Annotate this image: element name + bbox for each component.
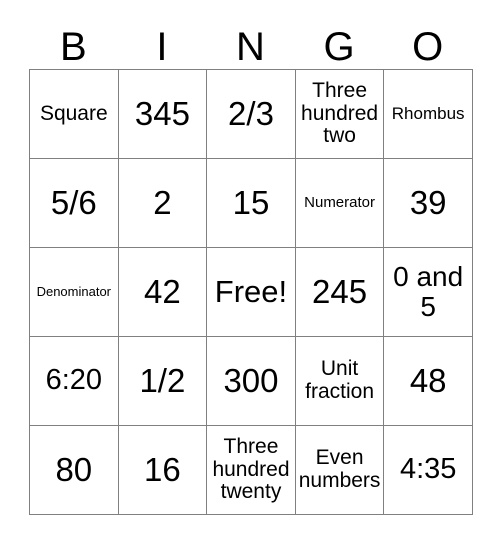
- bingo-cell[interactable]: Unit fraction: [294, 336, 385, 426]
- bingo-cell[interactable]: 80: [29, 425, 119, 515]
- bingo-header-cell-n: N: [206, 12, 295, 69]
- bingo-cell-label: Three hundred two: [301, 78, 379, 148]
- bingo-cell-label: 42: [144, 273, 181, 311]
- bingo-cell-label: Square: [39, 101, 108, 125]
- bingo-row: 80 16 Three hundred twenty Even numbers …: [29, 425, 473, 515]
- bingo-header-cell-i: I: [118, 12, 207, 69]
- bingo-cell-label: 345: [134, 95, 190, 133]
- bingo-cell[interactable]: 2/3: [206, 69, 296, 159]
- bingo-cell[interactable]: 4:35: [383, 425, 473, 515]
- bingo-header-letter-g: G: [323, 25, 355, 69]
- bingo-cell[interactable]: 5/6: [29, 158, 119, 248]
- bingo-cell[interactable]: Numerator: [294, 158, 385, 248]
- bingo-cell-label: 2: [153, 184, 172, 222]
- bingo-cell[interactable]: Rhombus: [383, 69, 473, 159]
- bingo-header-letter-o: O: [412, 25, 444, 69]
- bingo-grid: Square 345 2/3 Three hundred two Rhombus…: [29, 69, 473, 515]
- bingo-cell-label: 80: [55, 451, 93, 489]
- bingo-cell-label: 1/2: [139, 362, 186, 400]
- bingo-cell[interactable]: Three hundred two: [294, 69, 385, 159]
- bingo-cell-label: 16: [144, 451, 181, 489]
- bingo-cell[interactable]: 1/2: [117, 336, 208, 426]
- bingo-cell-label: 48: [409, 362, 447, 400]
- bingo-cell-label: Denominator: [36, 283, 112, 299]
- bingo-cell-label: Three hundred twenty: [212, 434, 290, 504]
- bingo-header-letter-i: I: [156, 25, 168, 69]
- bingo-cell[interactable]: 6:20: [29, 336, 119, 426]
- bingo-cell-label: 15: [232, 184, 270, 222]
- bingo-cell[interactable]: 48: [383, 336, 473, 426]
- bingo-cell[interactable]: Three hundred twenty: [206, 425, 296, 515]
- bingo-cell[interactable]: 300: [206, 336, 296, 426]
- bingo-cell-label: 39: [409, 184, 447, 222]
- bingo-header-letter-b: B: [59, 25, 87, 69]
- bingo-cell-label: 4:35: [399, 453, 457, 486]
- bingo-cell[interactable]: 42: [117, 247, 208, 337]
- bingo-header-cell-g: G: [295, 12, 384, 69]
- bingo-cell-label: 6:20: [45, 364, 103, 397]
- bingo-header-cell-o: O: [383, 12, 472, 69]
- bingo-cell-label: Numerator: [304, 193, 375, 211]
- bingo-header-letter-n: N: [236, 25, 265, 69]
- bingo-cell[interactable]: Even numbers: [294, 425, 385, 515]
- bingo-row: 5/6 2 15 Numerator 39: [29, 158, 473, 248]
- bingo-cell[interactable]: 16: [117, 425, 208, 515]
- bingo-cell-label: Even numbers: [298, 446, 381, 492]
- bingo-cell[interactable]: 0 and 5: [383, 247, 473, 337]
- bingo-cell[interactable]: Square: [29, 69, 119, 159]
- bingo-cell[interactable]: 245: [294, 247, 385, 337]
- bingo-cell-label: 300: [223, 362, 279, 400]
- bingo-free-label: Free!: [214, 274, 288, 310]
- bingo-cell-label: 5/6: [50, 184, 97, 222]
- bingo-card: B I N G O Square 345 2/3 Three hundred t…: [29, 12, 473, 515]
- bingo-cell[interactable]: 2: [117, 158, 208, 248]
- bingo-free-cell[interactable]: Free!: [206, 247, 296, 337]
- bingo-cell-label: 245: [312, 273, 368, 311]
- bingo-cell-label: Unit fraction: [305, 357, 375, 403]
- bingo-cell[interactable]: 345: [117, 69, 208, 159]
- bingo-cell-label: 2/3: [228, 95, 274, 133]
- bingo-cell[interactable]: 15: [206, 158, 296, 248]
- bingo-row: Denominator 42 Free! 245 0 and 5: [29, 247, 473, 337]
- bingo-cell[interactable]: Denominator: [29, 247, 119, 337]
- bingo-cell-label: 0 and 5: [393, 260, 464, 322]
- bingo-cell-label: Rhombus: [391, 103, 465, 123]
- bingo-header-row: B I N G O: [29, 12, 472, 69]
- bingo-row: Square 345 2/3 Three hundred two Rhombus: [29, 69, 473, 159]
- bingo-row: 6:20 1/2 300 Unit fraction 48: [29, 336, 473, 426]
- bingo-cell[interactable]: 39: [383, 158, 473, 248]
- bingo-header-cell-b: B: [29, 12, 118, 69]
